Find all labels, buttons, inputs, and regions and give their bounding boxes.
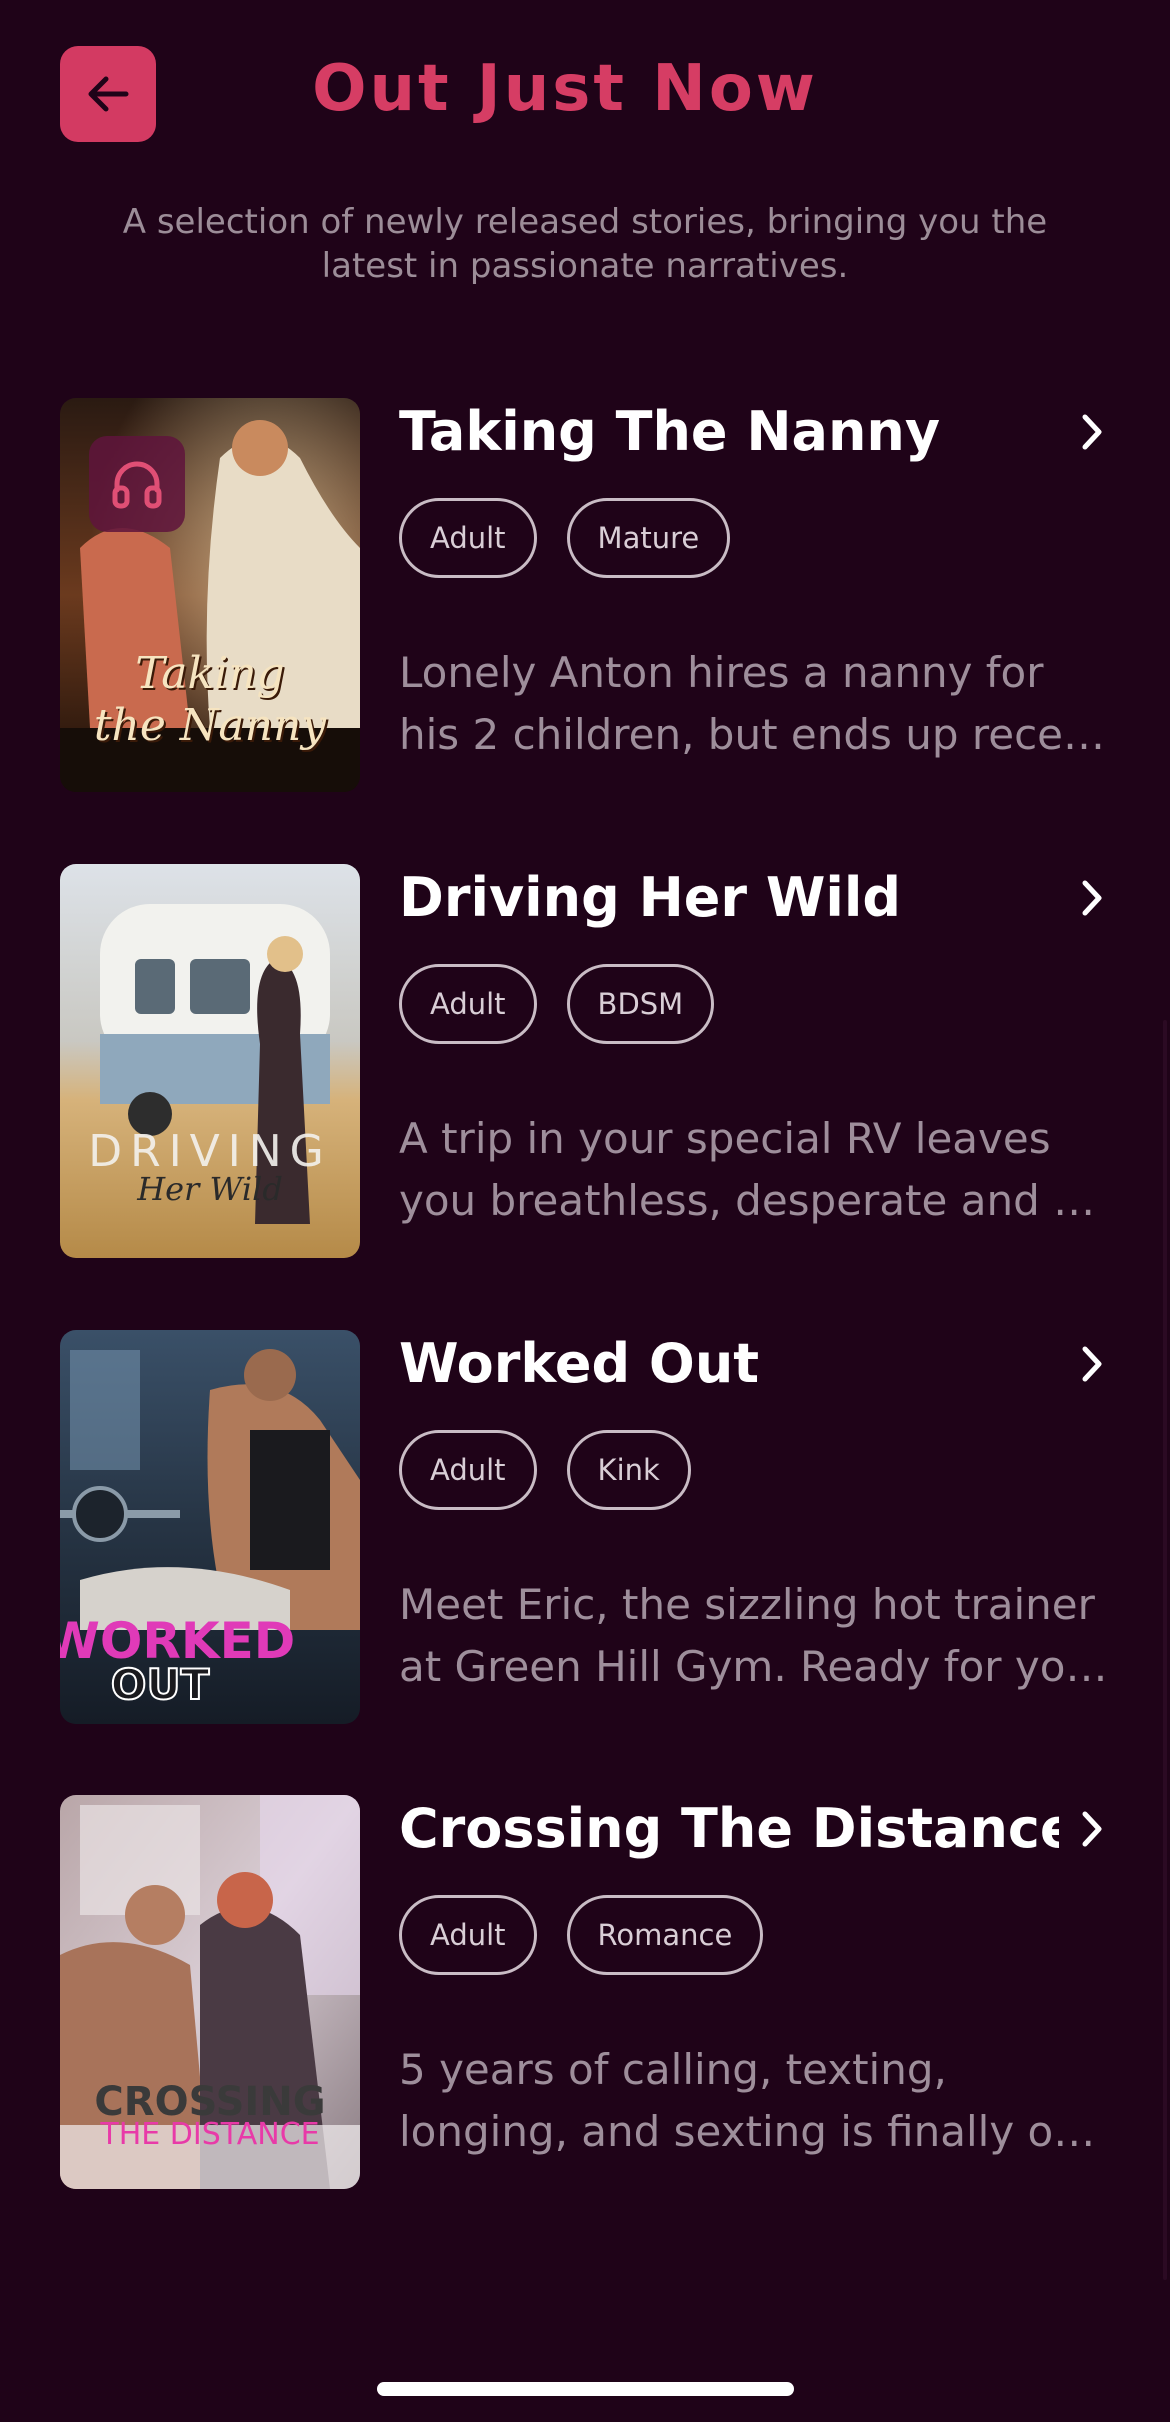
story-description: A trip in your special RV leaves you bre… <box>399 1108 1109 1232</box>
story-item[interactable]: CROSSING THE DISTANCE Crossing The Dista… <box>0 1795 1170 2189</box>
story-title: Crossing The Distance <box>399 1797 1059 1860</box>
story-description: Meet Eric, the sizzling hot trainer at G… <box>399 1574 1109 1698</box>
description-line: you breathless, desperate and begging… <box>399 1176 1109 1225</box>
home-indicator[interactable] <box>377 2382 794 2396</box>
tag-pill[interactable]: Adult <box>399 964 537 1044</box>
tag-list: Adult BDSM <box>399 964 715 1044</box>
tag-list: Adult Mature <box>399 498 731 578</box>
story-cover: CROSSING THE DISTANCE <box>60 1795 360 2189</box>
page-title: Out Just Now <box>312 52 818 126</box>
description-line: longing, and sexting is finally over… <box>399 2107 1109 2156</box>
chevron-right-icon[interactable] <box>1072 876 1112 920</box>
screen: Out Just Now A selection of newly releas… <box>0 0 1170 2422</box>
tag-pill[interactable]: BDSM <box>566 964 715 1044</box>
story-item[interactable]: Taking the Nanny Taking The Nanny Adult … <box>0 398 1170 792</box>
story-item[interactable]: DRIVING Her Wild Driving Her Wild Adult … <box>0 864 1170 1258</box>
tag-list: Adult Kink <box>399 1430 691 1510</box>
description-line: at Green Hill Gym. Ready for your… <box>399 1642 1109 1691</box>
tag-pill[interactable]: Adult <box>399 498 537 578</box>
cover-title-line2: Her Wild <box>137 1170 283 1208</box>
chevron-right-icon[interactable] <box>1072 1807 1112 1851</box>
story-title: Worked Out <box>399 1332 760 1395</box>
cover-title-line2: the Nanny <box>93 700 327 751</box>
tag-pill[interactable]: Adult <box>399 1895 537 1975</box>
tag-pill[interactable]: Romance <box>566 1895 764 1975</box>
story-description: Lonely Anton hires a nanny for his 2 chi… <box>399 642 1109 766</box>
scrollbar[interactable] <box>1163 1020 1167 2280</box>
story-item[interactable]: WORKED OUT Worked Out Adult Kink Meet Er… <box>0 1330 1170 1724</box>
page-subtitle: A selection of newly released stories, b… <box>122 202 1048 286</box>
tag-pill[interactable]: Adult <box>399 1430 537 1510</box>
story-title: Driving Her Wild <box>399 866 902 929</box>
chevron-right-icon[interactable] <box>1072 410 1112 454</box>
story-title: Taking The Nanny <box>399 400 941 463</box>
cover-title-line1: Taking <box>135 648 285 699</box>
story-description: 5 years of calling, texting, longing, an… <box>399 2039 1109 2163</box>
header: Out Just Now <box>0 0 1170 190</box>
description-line: A trip in your special RV leaves <box>399 1114 1051 1163</box>
cover-title-line2: THE DISTANCE <box>100 2117 320 2152</box>
description-line: Lonely Anton hires a nanny for <box>399 648 1044 697</box>
description-line: his 2 children, but ends up receiving… <box>399 710 1109 759</box>
tag-list: Adult Romance <box>399 1895 764 1975</box>
chevron-right-icon[interactable] <box>1072 1342 1112 1386</box>
story-cover: Taking the Nanny <box>60 398 360 792</box>
description-line: 5 years of calling, texting, <box>399 2045 947 2094</box>
story-cover: WORKED OUT <box>60 1330 360 1724</box>
tag-pill[interactable]: Mature <box>566 498 731 578</box>
tag-pill[interactable]: Kink <box>566 1430 691 1510</box>
cover-title-line2: OUT <box>110 1659 210 1710</box>
headphones-icon <box>112 461 162 509</box>
audio-badge <box>89 436 185 532</box>
description-line: Meet Eric, the sizzling hot trainer <box>399 1580 1095 1629</box>
story-cover: DRIVING Her Wild <box>60 864 360 1258</box>
